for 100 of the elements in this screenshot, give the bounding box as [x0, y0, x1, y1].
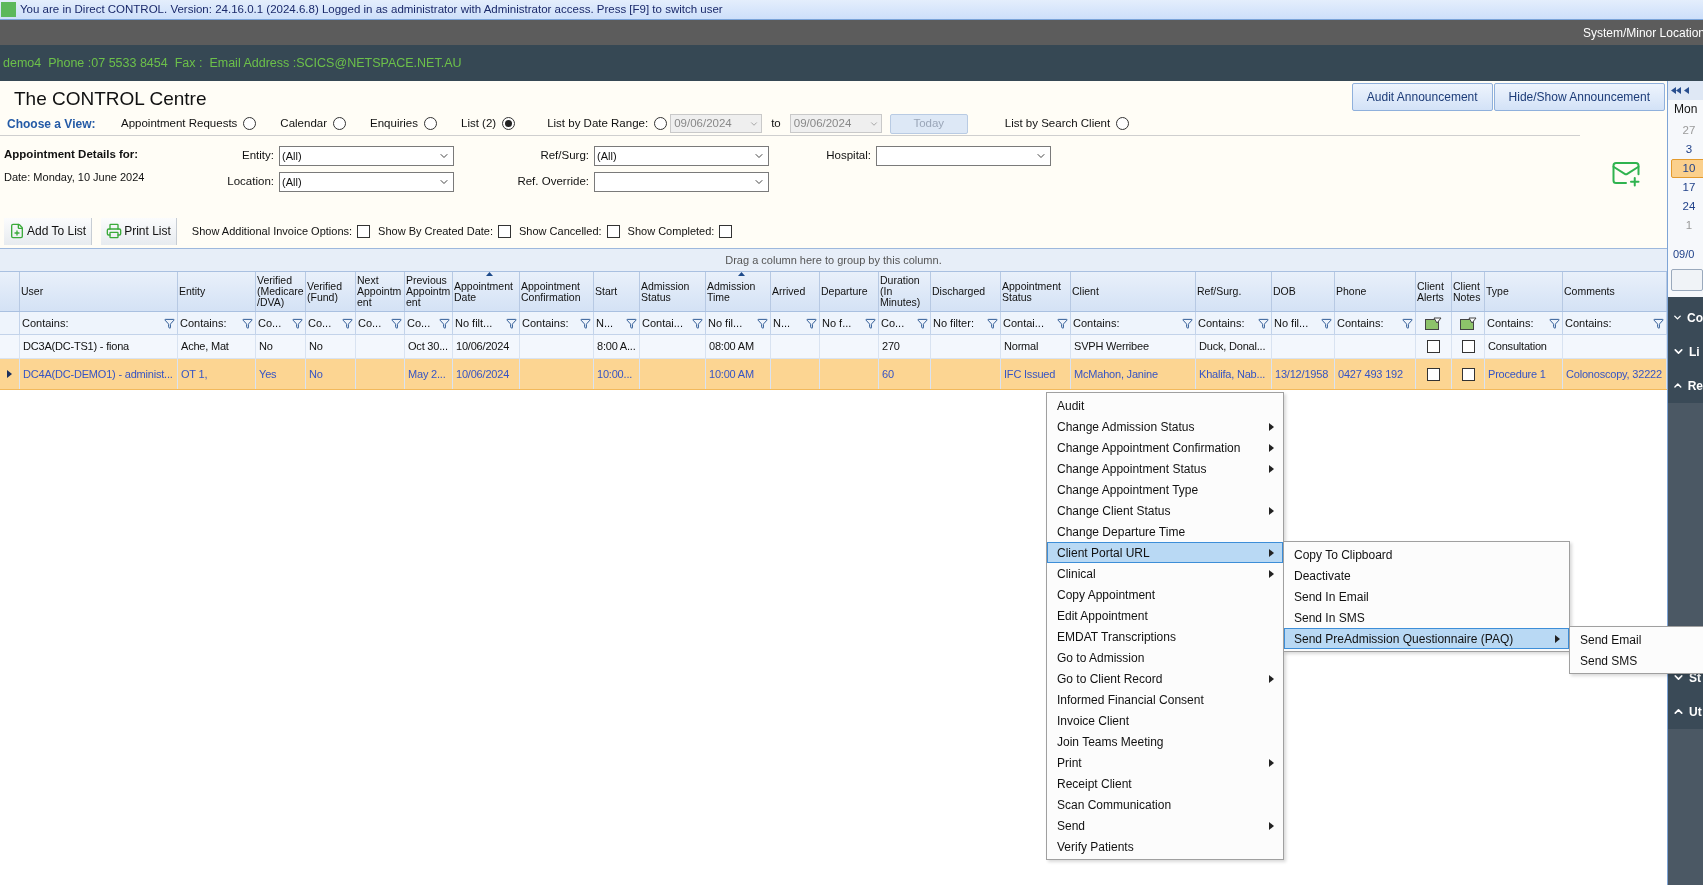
- menu-item[interactable]: Go to Admission: [1047, 647, 1283, 668]
- filter-icon[interactable]: [757, 317, 768, 329]
- menu-item[interactable]: Client Portal URL: [1047, 542, 1283, 563]
- filter-icon[interactable]: [806, 317, 817, 329]
- table-row[interactable]: DC3A(DC-TS1) - fiona Ache, Mat No No Oct 30... 10/06/2024 8:00 A... 08:00 AM 270 Normal SVPH Werribee Duck, Donal... Consultation: [0, 335, 1667, 359]
- column-header[interactable]: Verified (Medicare/DVA): [256, 272, 306, 311]
- previous-month-icon[interactable]: [1684, 87, 1689, 94]
- filter-icon[interactable]: [1057, 317, 1068, 329]
- sidebar-section[interactable]: Re: [1668, 368, 1703, 403]
- column-header[interactable]: Start: [594, 272, 640, 311]
- sidebar-section[interactable]: Co: [1668, 300, 1703, 335]
- filter-icon[interactable]: [342, 317, 353, 329]
- menu-item[interactable]: Change Appointment Type: [1047, 479, 1283, 500]
- checkbox[interactable]: [357, 224, 371, 238]
- radio-button[interactable]: [1116, 117, 1130, 130]
- filter-icon[interactable]: [626, 317, 637, 329]
- column-header[interactable]: Client Alerts: [1416, 272, 1452, 311]
- filter-icon[interactable]: [1549, 317, 1560, 329]
- dropdown-field[interactable]: (All): [594, 146, 769, 166]
- checkbox[interactable]: [1427, 367, 1440, 381]
- checkbox[interactable]: [1461, 367, 1475, 381]
- filter-icon[interactable]: [1653, 317, 1664, 329]
- filter-icon[interactable]: [242, 317, 253, 329]
- filter-icon[interactable]: [1182, 317, 1193, 329]
- menu-item[interactable]: Audit: [1047, 395, 1283, 416]
- menu-item[interactable]: Change Admission Status: [1047, 416, 1283, 437]
- checkbox[interactable]: [498, 224, 511, 238]
- sidebar-section[interactable]: Ut: [1668, 694, 1703, 729]
- filter-icon[interactable]: [692, 317, 703, 329]
- column-header[interactable]: DOB: [1272, 272, 1335, 311]
- filter-icon[interactable]: [1321, 317, 1332, 329]
- note-filter-icon[interactable]: [1459, 316, 1477, 330]
- column-header[interactable]: Type: [1485, 272, 1563, 311]
- menu-item[interactable]: Send Email: [1570, 629, 1703, 650]
- column-header[interactable]: Entity: [178, 272, 256, 311]
- column-header[interactable]: Admission Time: [706, 272, 771, 311]
- menu-item[interactable]: EMDAT Transcriptions: [1047, 626, 1283, 647]
- menu-item[interactable]: Clinical: [1047, 563, 1283, 584]
- calendar-day[interactable]: 17: [1671, 178, 1703, 197]
- dropdown-field[interactable]: (All): [279, 172, 454, 192]
- announcement-button[interactable]: Hide/Show Announcement: [1493, 83, 1665, 111]
- previous-year-icon[interactable]: [1671, 87, 1681, 94]
- column-header[interactable]: Next Appointment: [356, 272, 405, 311]
- calendar-day[interactable]: 24: [1671, 197, 1703, 216]
- filter-icon[interactable]: [1402, 317, 1413, 329]
- filter-icon[interactable]: [439, 317, 450, 329]
- dropdown-field[interactable]: [594, 172, 769, 192]
- column-header[interactable]: Client Notes: [1452, 272, 1485, 311]
- menu-item[interactable]: Change Departure Time: [1047, 521, 1283, 542]
- column-header[interactable]: Arrived: [771, 272, 820, 311]
- checkbox[interactable]: [606, 224, 620, 238]
- column-header[interactable]: Previous Appointment: [405, 272, 453, 311]
- checkbox[interactable]: [1427, 340, 1440, 353]
- filter-icon[interactable]: [917, 317, 928, 329]
- menu-item[interactable]: Change Appointment Confirmation: [1047, 437, 1283, 458]
- dropdown-field[interactable]: (All): [279, 146, 454, 166]
- filter-icon[interactable]: [506, 317, 517, 329]
- menu-item[interactable]: Send SMS: [1570, 650, 1703, 671]
- filter-icon[interactable]: [391, 317, 402, 329]
- menu-item[interactable]: Print: [1047, 752, 1283, 773]
- menu-item[interactable]: Deactivate: [1284, 565, 1569, 586]
- checkbox[interactable]: [1461, 340, 1475, 353]
- menu-item[interactable]: Scan Communication: [1047, 794, 1283, 815]
- filter-icon[interactable]: [580, 317, 591, 329]
- menu-item[interactable]: Verify Patients: [1047, 836, 1283, 857]
- radio-button[interactable]: [424, 117, 437, 130]
- checkbox[interactable]: [719, 224, 733, 238]
- announcement-button[interactable]: Audit Announcement: [1351, 83, 1493, 111]
- radio-button[interactable]: [333, 117, 347, 130]
- column-header[interactable]: Phone: [1335, 272, 1416, 311]
- column-header[interactable]: Client: [1071, 272, 1196, 311]
- note-filter-icon[interactable]: [1425, 316, 1442, 330]
- menu-item[interactable]: Join Teams Meeting: [1047, 731, 1283, 752]
- sidebar-section[interactable]: Li: [1668, 334, 1703, 369]
- radio-button[interactable]: [654, 117, 668, 130]
- column-header[interactable]: Appointment Date: [453, 272, 520, 311]
- filter-icon[interactable]: [292, 317, 303, 329]
- menu-item[interactable]: Invoice Client: [1047, 710, 1283, 731]
- column-header[interactable]: Ref/Surg.: [1196, 272, 1272, 311]
- filter-icon[interactable]: [865, 317, 876, 329]
- column-header[interactable]: Verified (Fund): [306, 272, 356, 311]
- radio-button[interactable]: [502, 117, 516, 130]
- menu-item[interactable]: Send PreAdmission Questionnaire (PAQ): [1284, 628, 1569, 649]
- menu-item[interactable]: Send In SMS: [1284, 607, 1569, 628]
- column-header[interactable]: Appointment Status: [1001, 272, 1071, 311]
- column-header[interactable]: Admission Status: [640, 272, 706, 311]
- menu-item[interactable]: Edit Appointment: [1047, 605, 1283, 626]
- column-header[interactable]: Departure: [820, 272, 879, 311]
- table-row[interactable]: DC4A(DC-DEMO1) - administ... OT 1, Yes No May 2... 10/06/2024 10:00... 10:00 AM 60 IFC Issued McMahon, Janine Khalifa, Nab... 13/12/1958 0427 493 192 Procedure 1 Colonoscopy, 32222: [0, 359, 1667, 390]
- menu-item[interactable]: Change Appointment Status: [1047, 458, 1283, 479]
- column-header[interactable]: Discharged: [931, 272, 1001, 311]
- filter-icon[interactable]: [164, 317, 175, 329]
- menu-item[interactable]: Go to Client Record: [1047, 668, 1283, 689]
- radio-button[interactable]: [243, 117, 257, 130]
- column-header[interactable]: User: [20, 272, 178, 311]
- menu-item[interactable]: Copy To Clipboard: [1284, 544, 1569, 565]
- column-header[interactable]: Appointment Confirmation: [520, 272, 594, 311]
- filter-icon[interactable]: [1258, 317, 1269, 329]
- dropdown-field[interactable]: [876, 146, 1051, 166]
- print-list-button[interactable]: Print List: [101, 217, 177, 245]
